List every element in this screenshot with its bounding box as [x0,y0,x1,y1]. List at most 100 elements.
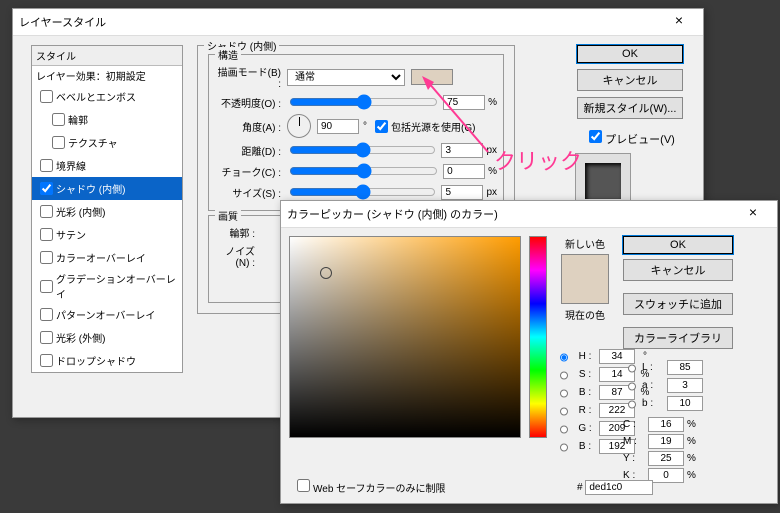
close-icon[interactable]: × [661,13,697,31]
cp-buttons: OK キャンセル スウォッチに追加 カラーライブラリ L : a : b : C… [623,236,737,483]
global-light-checkbox[interactable] [375,120,388,133]
hue-slider[interactable] [529,236,547,438]
cp-titlebar: カラーピッカー (シャドウ (内側) のカラー) × [281,201,777,228]
distance-slider[interactable] [289,143,436,157]
m-input[interactable] [648,434,684,449]
opacity-input[interactable] [443,95,485,110]
distance-input[interactable] [441,143,483,158]
style-checkbox[interactable] [52,136,65,149]
shadow-color-swatch[interactable] [411,69,453,85]
noise-label: ノイズ(N) : [215,243,255,269]
color-field[interactable] [289,236,521,438]
y-input[interactable] [648,451,684,466]
b3-radio[interactable] [628,398,636,411]
size-label: サイズ(S) : [215,185,281,200]
hex-input[interactable] [585,480,653,495]
contour-label: 輪郭 : [215,225,255,240]
style-checkbox[interactable] [40,308,53,321]
size-slider[interactable] [289,185,436,199]
style-checkbox[interactable] [40,159,53,172]
angle-input[interactable] [317,119,359,134]
ok-button[interactable]: OK [577,45,683,63]
styles-default[interactable]: レイヤー効果：初期設定 [32,66,182,85]
style-item[interactable]: カラーオーバーレイ [32,246,182,269]
cancel-button[interactable]: キャンセル [577,69,683,91]
titlebar: レイヤースタイル × [13,9,703,36]
style-item[interactable]: テクスチャ [32,131,182,154]
preview-label: プレビュー(V) [605,134,675,146]
new-color-swatch[interactable] [562,255,608,279]
r-radio[interactable] [560,405,568,418]
b-radio[interactable] [560,387,568,400]
add-swatch-button[interactable]: スウォッチに追加 [623,293,733,315]
preview-checkbox[interactable] [589,130,602,143]
style-item[interactable]: サテン [32,223,182,246]
cp-cancel-button[interactable]: キャンセル [623,259,733,281]
a-input[interactable] [667,378,703,393]
style-label: 境界線 [56,158,86,173]
style-item[interactable]: グラデーションオーバーレイ [32,269,182,303]
style-label: ドロップシャドウ [56,353,136,368]
style-label: パターンオーバーレイ [56,307,155,322]
style-checkbox[interactable] [40,182,53,195]
styles-list: スタイル レイヤー効果：初期設定 ベベルとエンボス輪郭テクスチャ境界線シャドウ … [31,45,183,373]
angle-dial[interactable] [287,114,311,138]
color-compare: 新しい色 現在の色 H :° S :% B :% R : G : B : [555,236,615,483]
style-checkbox[interactable] [40,280,53,293]
choke-input[interactable] [443,164,485,179]
style-checkbox[interactable] [40,331,53,344]
new-style-button[interactable]: 新規スタイル(W)... [577,97,683,119]
style-checkbox[interactable] [52,113,65,126]
l-input[interactable] [667,360,703,375]
opacity-slider[interactable] [289,95,438,109]
style-item[interactable]: 光彩 (内側) [32,200,182,223]
current-color-label: 現在の色 [555,307,615,322]
style-item[interactable]: パターンオーバーレイ [32,303,182,326]
style-checkbox[interactable] [40,251,53,264]
color-field-cursor [320,267,332,279]
s-radio[interactable] [560,369,568,382]
size-input[interactable] [441,185,483,200]
k-input[interactable] [648,468,684,483]
color-library-button[interactable]: カラーライブラリ [623,327,733,349]
style-label: 光彩 (内側) [56,204,105,219]
cp-close-icon[interactable]: × [735,205,771,223]
web-safe-label: Web セーフカラーのみに制限 [313,484,446,495]
new-color-label: 新しい色 [555,236,615,251]
style-label: 輪郭 [68,112,88,127]
window-title: レイヤースタイル [19,14,106,30]
style-checkbox[interactable] [40,228,53,241]
a-radio[interactable] [628,380,636,393]
style-checkbox[interactable] [40,205,53,218]
style-item[interactable]: 輪郭 [32,108,182,131]
style-checkbox[interactable] [40,90,53,103]
choke-slider[interactable] [289,164,438,178]
quality-legend: 画質 [215,208,241,223]
structure-legend: 構造 [215,47,241,62]
opacity-label: 不透明度(O) : [215,95,281,110]
blend-mode-label: 描画モード(B) : [215,64,281,90]
style-item[interactable]: ベベルとエンボス [32,85,182,108]
angle-label: 角度(A) : [215,119,281,134]
cp-title: カラーピッカー (シャドウ (内側) のカラー) [287,206,498,222]
style-label: カラーオーバーレイ [56,250,146,265]
distance-label: 距離(D) : [215,143,281,158]
l-radio[interactable] [628,362,636,375]
b2-radio[interactable] [560,441,568,454]
style-label: 光彩 (外側) [56,330,105,345]
style-checkbox[interactable] [40,354,53,367]
style-item[interactable]: 境界線 [32,154,182,177]
color-picker-window: カラーピッカー (シャドウ (内側) のカラー) × 新しい色 現在の色 H :… [280,200,778,504]
cp-ok-button[interactable]: OK [623,236,733,254]
current-color-swatch[interactable] [562,279,608,303]
blend-mode-select[interactable]: 通常 [287,69,405,86]
style-item[interactable]: ドロップシャドウ [32,349,182,372]
web-safe-checkbox[interactable] [297,479,310,492]
dialog-buttons: OK キャンセル 新規スタイル(W)... プレビュー(V) [575,45,685,209]
h-radio[interactable] [560,351,568,364]
c-input[interactable] [648,417,684,432]
style-item[interactable]: シャドウ (内側) [32,177,182,200]
g-radio[interactable] [560,423,568,436]
b3-input[interactable] [667,396,703,411]
style-item[interactable]: 光彩 (外側) [32,326,182,349]
